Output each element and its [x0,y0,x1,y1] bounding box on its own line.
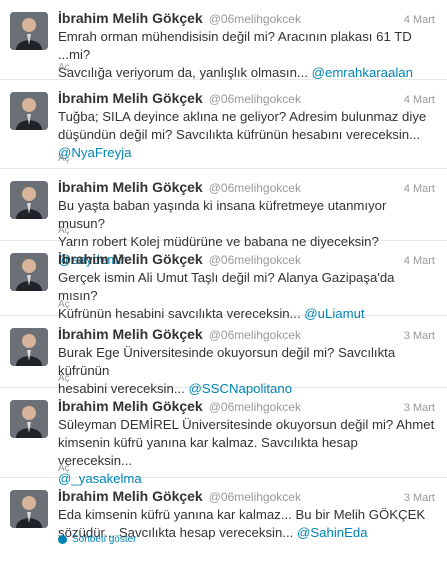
tweet[interactable]: İbrahim Melih Gökçek @06melihgokcek 3 Ma… [0,478,447,563]
mention-link[interactable]: @SahinEda [297,525,368,540]
tweet-header: İbrahim Melih Gökçek @06melihgokcek 4 Ma… [58,179,435,195]
author-name[interactable]: İbrahim Melih Gökçek [58,251,203,267]
avatar[interactable] [10,12,48,50]
profile-photo-icon [10,253,48,291]
tweet-text: Gerçek ismin Ali Umut Taşlı değil mi? Al… [58,269,435,323]
tweet-timestamp[interactable]: 3 Mart [404,402,435,414]
avatar[interactable] [10,400,48,438]
tweet-header: İbrahim Melih Gökçek @06melihgokcek 4 Ma… [58,90,435,106]
author-handle[interactable]: @06melihgokcek [209,12,301,26]
tweet-header: İbrahim Melih Gökçek @06melihgokcek 3 Ma… [58,326,435,342]
tweet[interactable]: İbrahim Melih Gökçek @06melihgokcek 4 Ma… [0,0,447,80]
expand-link[interactable]: Aç [58,225,70,236]
tweet[interactable]: İbrahim Melih Gökçek @06melihgokcek 3 Ma… [0,316,447,396]
avatar[interactable] [10,490,48,528]
profile-photo-icon [10,400,48,438]
expand-link[interactable]: Aç [58,299,70,310]
tweet-timestamp[interactable]: 4 Mart [404,14,435,26]
profile-photo-icon [10,490,48,528]
avatar[interactable] [10,181,48,219]
tweet-header: İbrahim Melih Gökçek @06melihgokcek 3 Ma… [58,488,435,504]
author-name[interactable]: İbrahim Melih Gökçek [58,398,203,414]
tweet-body: Tuğba; SILA deyince aklına ne geliyor? A… [58,109,427,142]
author-name[interactable]: İbrahim Melih Gökçek [58,90,203,106]
avatar[interactable] [10,328,48,366]
author-handle[interactable]: @06melihgokcek [209,328,301,342]
profile-photo-icon [10,12,48,50]
tweet[interactable]: İbrahim Melih Gökçek @06melihgokcek 4 Ma… [0,169,447,267]
author-name[interactable]: İbrahim Melih Gökçek [58,179,203,195]
tweet-header: İbrahim Melih Gökçek @06melihgokcek 4 Ma… [58,251,435,267]
tweet-timestamp[interactable]: 4 Mart [404,94,435,106]
author-handle[interactable]: @06melihgokcek [209,92,301,106]
tweet-timestamp[interactable]: 3 Mart [404,330,435,342]
profile-photo-icon [10,92,48,130]
avatar[interactable] [10,253,48,291]
expand-link[interactable]: Aç [58,62,70,73]
author-handle[interactable]: @06melihgokcek [209,490,301,504]
avatar[interactable] [10,92,48,130]
expand-link[interactable]: Aç [58,373,70,384]
author-handle[interactable]: @06melihgokcek [209,253,301,267]
tweet[interactable]: İbrahim Melih Gökçek @06melihgokcek 4 Ma… [0,241,447,321]
tweet-timeline: İbrahim Melih Gökçek @06melihgokcek 4 Ma… [0,0,447,563]
tweet-header: İbrahim Melih Gökçek @06melihgokcek 4 Ma… [58,10,435,26]
show-conversation-link[interactable]: Sohbeti göster [58,534,137,545]
author-handle[interactable]: @06melihgokcek [209,181,301,195]
author-name[interactable]: İbrahim Melih Gökçek [58,488,203,504]
tweet-timestamp[interactable]: 3 Mart [404,492,435,504]
tweet-header: İbrahim Melih Gökçek @06melihgokcek 3 Ma… [58,398,435,414]
tweet[interactable]: İbrahim Melih Gökçek @06melihgokcek 4 Ma… [0,80,447,169]
tweet-timestamp[interactable]: 4 Mart [404,183,435,195]
author-handle[interactable]: @06melihgokcek [209,400,301,414]
profile-photo-icon [10,328,48,366]
tweet-timestamp[interactable]: 4 Mart [404,255,435,267]
expand-link[interactable]: Aç [58,153,70,164]
tweet[interactable]: İbrahim Melih Gökçek @06melihgokcek 3 Ma… [0,388,447,486]
mention-link[interactable]: @emrahkaraalan [312,65,413,80]
tweet-text: Emrah orman mühendisisin değil mi? Aracı… [58,28,435,82]
tweet-text: Tuğba; SILA deyince aklına ne geliyor? A… [58,108,435,162]
tweet-body: Süleyman DEMİREL Üniversitesinde okuyors… [58,417,435,468]
conversation-icon [58,535,67,544]
author-name[interactable]: İbrahim Melih Gökçek [58,10,203,26]
profile-photo-icon [10,181,48,219]
show-conversation-label[interactable]: Sohbeti göster [72,534,137,545]
author-name[interactable]: İbrahim Melih Gökçek [58,326,203,342]
expand-link[interactable]: Aç [58,463,70,474]
